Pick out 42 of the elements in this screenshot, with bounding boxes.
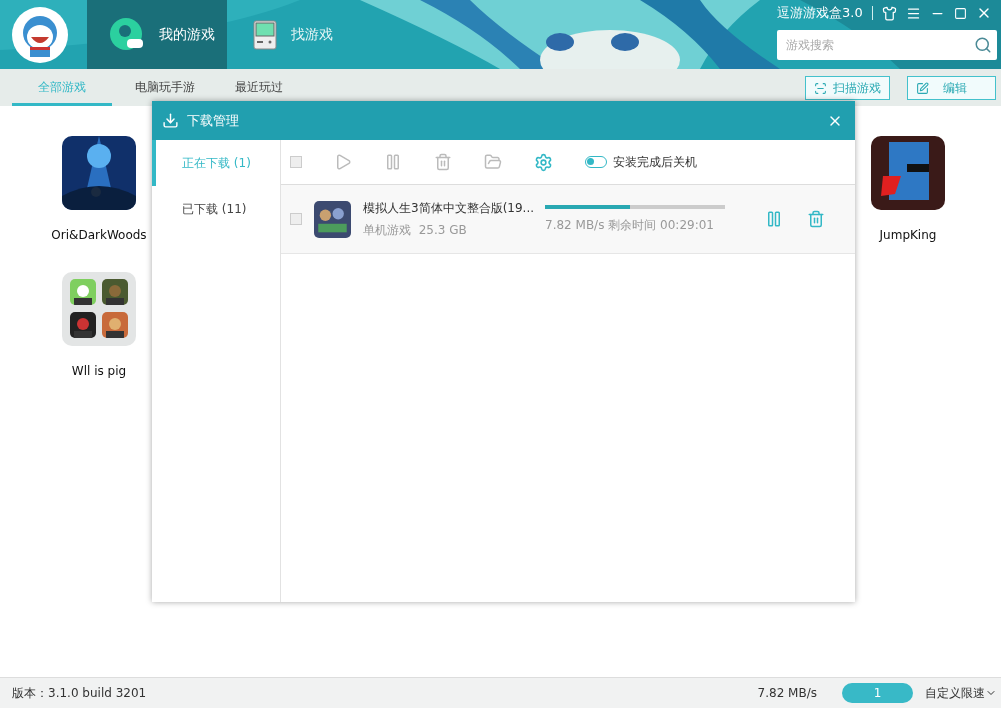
category-tab[interactable]: 电脑玩手游 bbox=[112, 69, 218, 106]
category-tab[interactable]: 最近玩过 bbox=[218, 69, 300, 106]
game-name: Ori&DarkWoods bbox=[51, 228, 147, 242]
trash-icon[interactable] bbox=[807, 210, 825, 228]
cartoon-cat-avatar[interactable] bbox=[12, 7, 68, 63]
settings-icon[interactable] bbox=[534, 152, 553, 172]
version-text: 版本：3.1.0 build 3201 bbox=[12, 684, 147, 702]
pause-icon[interactable] bbox=[765, 210, 783, 228]
game-name: JumpKing bbox=[879, 228, 937, 242]
app-title: 逗游游戏盒3.0 bbox=[777, 4, 863, 22]
shutdown-label: 安装完成后关机 bbox=[613, 153, 697, 171]
trash-icon[interactable] bbox=[434, 153, 452, 171]
edit-icon bbox=[916, 81, 929, 95]
play-icon[interactable] bbox=[334, 153, 352, 171]
game-title: 模拟人生3简体中文整合版(19... bbox=[363, 199, 536, 217]
gamepad-user-icon bbox=[109, 16, 145, 53]
nav-tab[interactable]: 我的游戏 bbox=[87, 0, 227, 69]
category-tab[interactable]: 全部游戏 bbox=[12, 69, 112, 106]
maximize-icon[interactable] bbox=[953, 6, 967, 20]
menu-icon[interactable] bbox=[905, 5, 921, 21]
shutdown-toggle[interactable] bbox=[585, 156, 607, 168]
row-checkbox[interactable] bbox=[290, 213, 302, 225]
download-count-badge[interactable]: 1 bbox=[842, 683, 913, 703]
edit-button[interactable]: 编辑 bbox=[907, 76, 996, 100]
search-icon[interactable] bbox=[974, 36, 992, 54]
game-name: Wll is pig bbox=[71, 364, 127, 378]
nav-tab[interactable]: 找游戏 bbox=[227, 0, 367, 69]
search-field[interactable]: 游戏搜索 bbox=[777, 30, 997, 60]
select-all-checkbox[interactable] bbox=[290, 156, 302, 168]
speed-text: 7.82 MB/s bbox=[757, 686, 817, 700]
pause-icon[interactable] bbox=[384, 153, 402, 171]
download-icon bbox=[162, 112, 179, 129]
handheld-console-icon bbox=[253, 19, 277, 50]
game-meta: 单机游戏 25.3 GB bbox=[363, 221, 468, 239]
speed-limit-dropdown[interactable]: 自定义限速 bbox=[925, 684, 997, 702]
scan-icon bbox=[814, 81, 827, 95]
download-status: 7.82 MB/s 剩余时间 00:29:01 bbox=[545, 216, 715, 234]
shirt-icon[interactable] bbox=[881, 5, 897, 21]
folder-icon[interactable] bbox=[484, 153, 502, 171]
scan-button[interactable]: 扫描游戏 bbox=[805, 76, 890, 100]
dialog-title: 下载管理 bbox=[187, 111, 240, 130]
game-folder[interactable] bbox=[62, 272, 136, 346]
